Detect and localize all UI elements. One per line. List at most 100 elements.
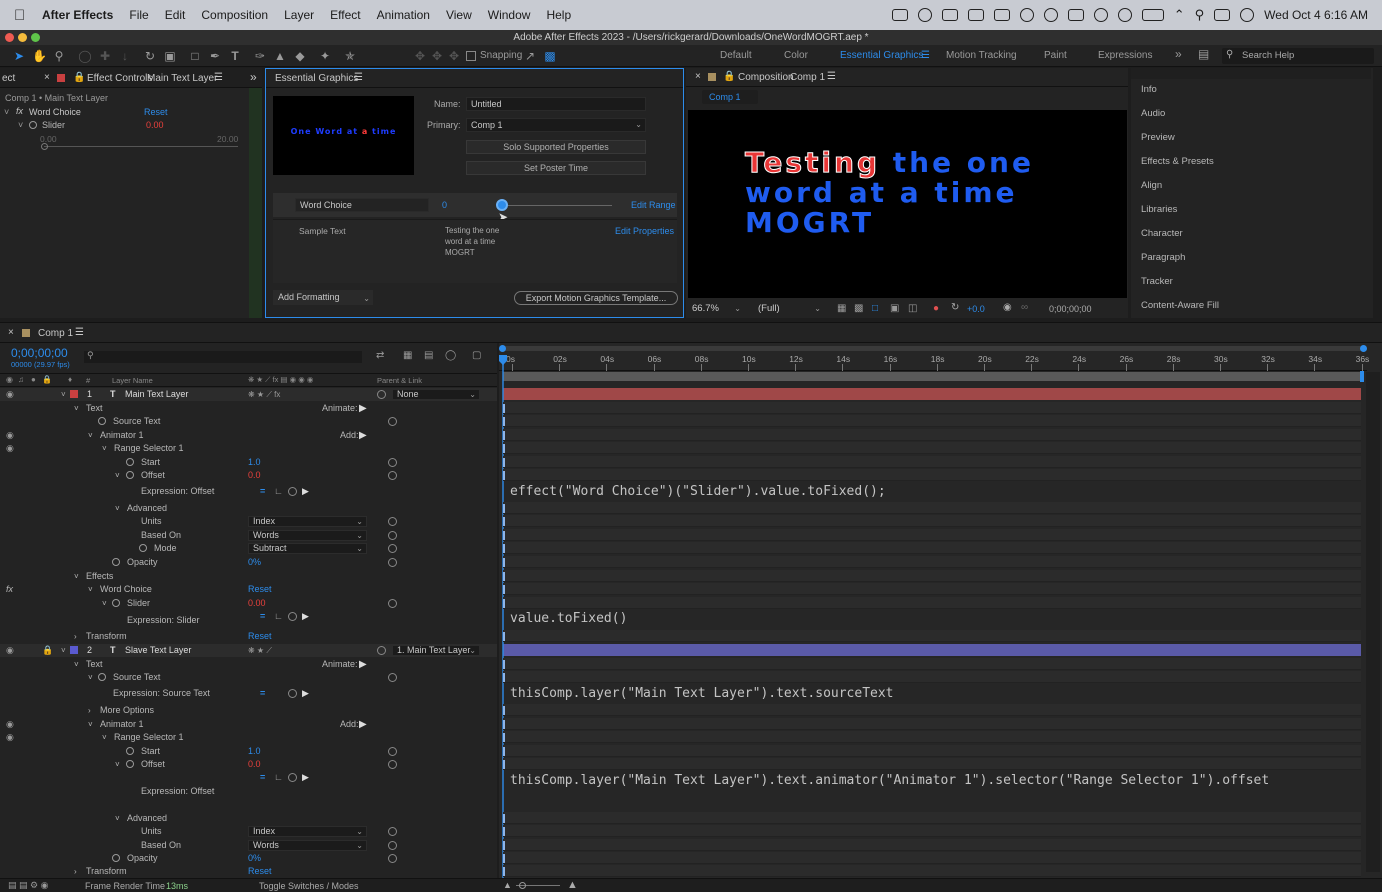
time-ruler[interactable]: 0s 02s 04s 06s 08s 10s 12s 14s 16s 18s 20s 22s 24s 26… [499, 353, 1369, 371]
l2-units-dropdown[interactable]: Index ⌄ [248, 826, 367, 837]
layer2-switches[interactable]: ❋ ★ ⟋ [248, 644, 272, 657]
timeline-current-time[interactable]: 0;00;00;00 [11, 346, 68, 360]
l2-source-enable-expression-icon[interactable]: = [260, 687, 265, 700]
timeline-track-lane[interactable] [503, 402, 1361, 414]
slider-thumb[interactable] [41, 143, 48, 150]
menu-layer[interactable]: Layer [284, 8, 314, 22]
effect-expand-toggle[interactable]: ˅ [4, 107, 9, 117]
exposure-value[interactable]: +0.0 [967, 304, 985, 314]
range-selector-eye-icon[interactable]: ◉ [6, 442, 14, 455]
motion-blur-icon[interactable]: ◯ [445, 350, 456, 361]
layer2-lock-icon[interactable]: 🔒 [42, 644, 53, 657]
wifi-icon[interactable]: ⌃ [1174, 7, 1185, 23]
timeline-panel-menu-icon[interactable]: ☰ [75, 327, 84, 338]
layer1-switches[interactable]: ❋ ★ ⟋ fx [248, 388, 280, 401]
prop-row-expression-slider[interactable]: Expression: Slider [0, 614, 497, 627]
panel-align[interactable]: Align [1141, 180, 1162, 191]
panel-preview[interactable]: Preview [1141, 132, 1175, 143]
timeline-track-lane[interactable] [503, 429, 1361, 441]
l2-offset-stopwatch-icon[interactable] [126, 760, 134, 768]
based-on-dropdown[interactable]: Words ⌄ [248, 530, 367, 541]
panel-content-aware-fill[interactable]: Content-Aware Fill [1141, 300, 1219, 311]
zoom-tool-icon[interactable]: ⚲ [52, 49, 66, 63]
l2-prop-row-text[interactable]: ˅ Text Animate: ▶ [0, 658, 497, 671]
status-icons[interactable]: ▤ ▤ ⚙ ◉ [8, 880, 48, 891]
timeline-track-lane[interactable] [503, 456, 1361, 468]
eg-word-choice-value[interactable]: 0 [442, 200, 447, 210]
close-window-button[interactable] [5, 33, 14, 42]
timeline-track-lane[interactable] [503, 515, 1361, 527]
layer2-parent-dropdown[interactable]: 1. Main Text Layer ⌄ [392, 645, 480, 656]
work-area-bar[interactable] [503, 372, 1360, 381]
l2-start-stopwatch-icon[interactable] [126, 747, 134, 755]
l2-based-on-pickwhip-icon[interactable] [388, 841, 397, 850]
align-left-icon[interactable]: ✥ [413, 49, 427, 63]
color-channel-icon[interactable]: ● [933, 303, 939, 314]
animate-menu-icon[interactable]: ▶ [359, 402, 367, 415]
mask-visibility-icon[interactable]: □ [872, 303, 878, 314]
opacity-pickwhip-icon[interactable] [388, 558, 397, 567]
layer2-name[interactable]: Slave Text Layer [125, 644, 191, 657]
l2-prop-row-expression-tools[interactable]: = ∟ ▶ [0, 771, 497, 784]
layer2-label-swatch[interactable] [70, 646, 78, 654]
l2-opacity-pickwhip-icon[interactable] [388, 854, 397, 863]
timeline-track-lane[interactable] [503, 442, 1361, 454]
timeline-track-lane[interactable] [503, 704, 1361, 716]
slider-prop-expand-toggle[interactable]: ˅ [102, 597, 107, 610]
layer1-expand-toggle[interactable]: ˅ [61, 388, 66, 401]
composition-tab-label[interactable]: Composition [738, 72, 794, 83]
text-expand-toggle[interactable]: ˅ [74, 402, 79, 415]
export-mogrt-button[interactable]: Export Motion Graphics Template... [514, 291, 678, 305]
timeline-track-lane[interactable] [503, 812, 1361, 824]
l2-offset-expression-menu-icon[interactable]: ▶ [302, 771, 309, 784]
start-pickwhip-icon[interactable] [388, 458, 397, 467]
l2-offset-expression-pickwhip-icon[interactable] [288, 773, 297, 782]
offset-stopwatch-icon[interactable] [126, 471, 134, 479]
graph-editor-icon[interactable]: ▢ [472, 350, 481, 361]
timeline-search-input[interactable]: ⚲ [84, 350, 362, 363]
draft-3d-icon[interactable]: ▦ [403, 350, 412, 361]
audio-switch-header-icon[interactable]: ♫ [18, 375, 24, 384]
edit-properties-link[interactable]: Edit Properties [615, 226, 674, 236]
animator1-expand-toggle[interactable]: ˅ [88, 429, 93, 442]
selection-tool-icon[interactable]: ➤ [12, 49, 26, 63]
work-area-navigator[interactable] [499, 346, 1367, 351]
project-tab-fragment[interactable]: ect [2, 73, 15, 84]
timeline-track-lane[interactable] [503, 839, 1361, 851]
slider-prop-stopwatch-icon[interactable] [112, 599, 120, 607]
layer2-duration-bar[interactable] [503, 644, 1361, 656]
layer2-expand-toggle[interactable]: ˅ [61, 644, 66, 657]
timeline-track-lane[interactable] [503, 556, 1361, 568]
edit-range-link[interactable]: Edit Range [631, 200, 676, 210]
prop-row-effects[interactable]: ˅ Effects [0, 570, 497, 583]
layer2-pickwhip-icon[interactable] [377, 646, 386, 655]
timeline-track-lane[interactable] [503, 529, 1361, 541]
units-dropdown[interactable]: Index ⌄ [248, 516, 367, 527]
l2-start-value[interactable]: 1.0 [248, 745, 261, 758]
snapping-checkbox[interactable] [466, 51, 476, 61]
l2-source-text-pickwhip-icon[interactable] [388, 673, 397, 682]
start-value[interactable]: 1.0 [248, 456, 261, 469]
panel-character[interactable]: Character [1141, 228, 1183, 239]
menu-effect[interactable]: Effect [330, 8, 360, 22]
keyboard-icon[interactable] [1067, 9, 1084, 21]
l2-prop-row-expression-offset[interactable]: Expression: Offset [0, 785, 497, 798]
timeline-track-lane[interactable] [503, 718, 1361, 730]
roto-brush-tool-icon[interactable]: ✦ [318, 49, 332, 63]
units-pickwhip-icon[interactable] [388, 517, 397, 526]
solo-supported-properties-button[interactable]: Solo Supported Properties [466, 140, 646, 154]
l2-start-pickwhip-icon[interactable] [388, 747, 397, 756]
video-switch-header-icon[interactable]: ◉ [6, 375, 13, 384]
workspace-default[interactable]: Default [720, 50, 752, 61]
timeline-track-lane[interactable] [503, 415, 1361, 427]
moon-icon[interactable] [1093, 8, 1108, 22]
control-center-icon[interactable] [1214, 9, 1231, 21]
expression-field-source-text[interactable]: thisComp.layer("Main Text Layer").text.s… [510, 686, 894, 701]
l2-text-expand-toggle[interactable]: ˅ [74, 658, 79, 671]
l2-range-selector-eye-icon[interactable]: ◉ [6, 731, 14, 744]
creative-cloud-icon[interactable] [917, 8, 932, 22]
l2-prop-row-based-on[interactable]: Based On Words ⌄ [0, 839, 497, 852]
timeline-track-lane[interactable] [503, 671, 1361, 683]
slider-track[interactable] [44, 146, 238, 147]
timeline-track-lane[interactable] [503, 597, 1361, 609]
